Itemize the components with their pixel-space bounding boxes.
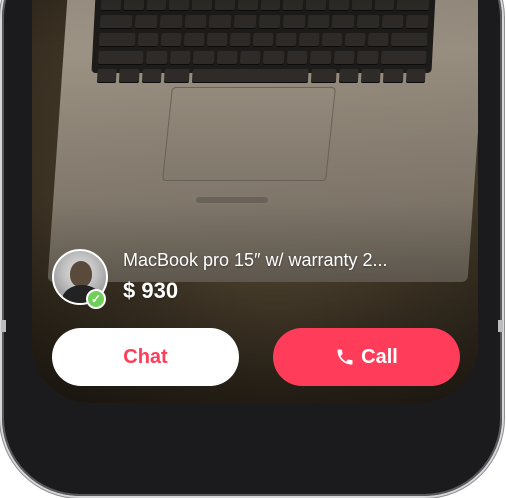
phone-screen: ✓ MacBook pro 15″ w/ warranty 2... $ 930… [32,0,478,403]
seller-avatar-head [70,261,92,287]
call-button[interactable]: Call [273,328,460,386]
listing-title: MacBook pro 15″ w/ warranty 2... [123,250,388,270]
verified-badge-icon: ✓ [86,289,106,309]
phone-frame: ✓ MacBook pro 15″ w/ warranty 2... $ 930… [1,0,503,496]
listing-price: $ 930 [123,278,179,303]
call-button-label: Call [361,345,398,368]
chat-button[interactable]: Chat [52,328,239,386]
phone-side-button-left [1,320,6,332]
phone-side-button-right [498,320,503,332]
chat-button-label: Chat [123,345,168,368]
phone-icon [335,347,355,367]
